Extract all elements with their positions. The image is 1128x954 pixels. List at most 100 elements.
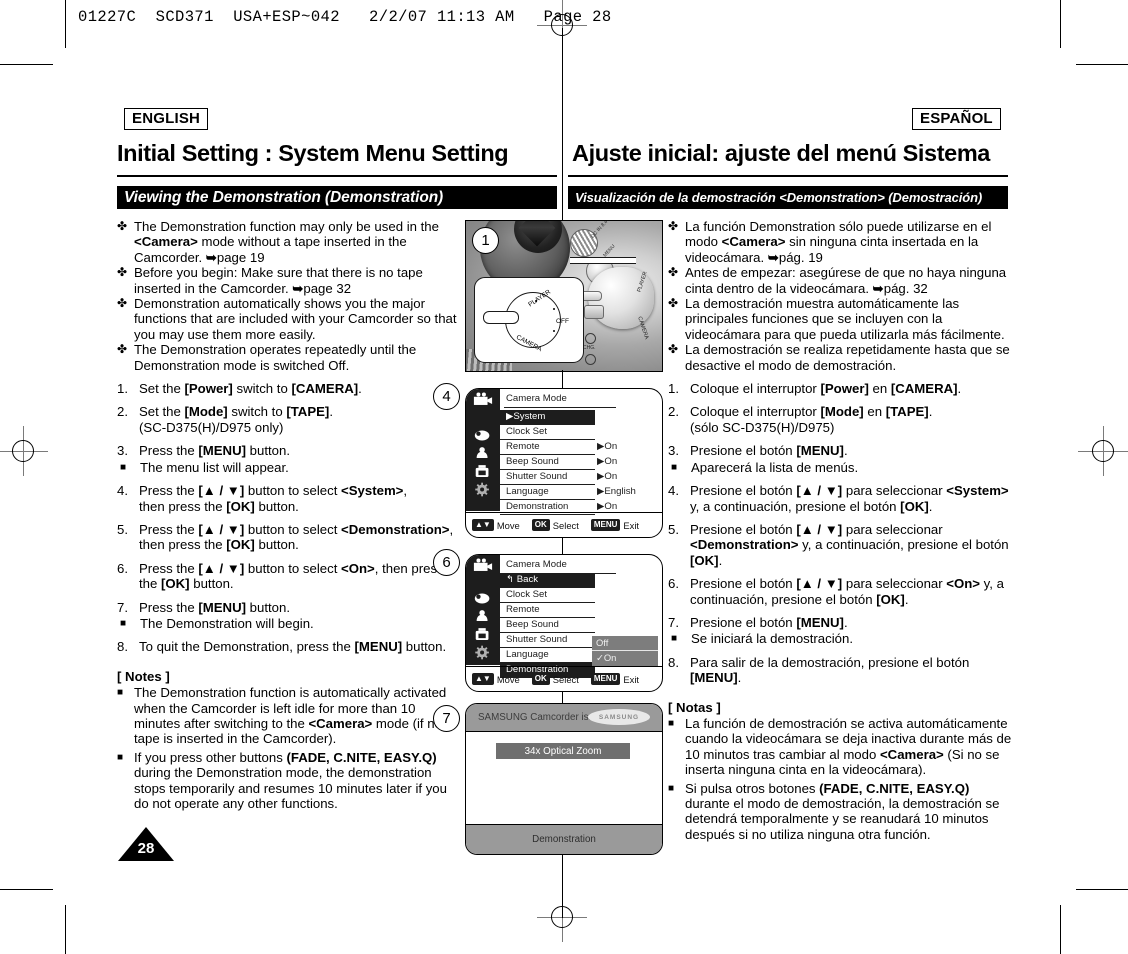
note-text: Si pulsa otros botones (FADE, C.NITE, EA… bbox=[685, 780, 1000, 842]
step-number: 7. bbox=[668, 614, 679, 630]
ok-key-icon: OK bbox=[531, 519, 550, 531]
menu-key-icon: MENU bbox=[590, 519, 621, 531]
title-rule-spanish bbox=[568, 175, 1008, 178]
step-text: Press the [▲ / ▼] button to select <Demo… bbox=[139, 521, 454, 553]
menu-item-system[interactable]: ▶System bbox=[500, 410, 595, 425]
language-tag-spanish: ESPAÑOL bbox=[912, 108, 1001, 131]
memory-mode-icon bbox=[475, 465, 489, 477]
step-subnote-text: The Demonstration will begin. bbox=[140, 615, 314, 631]
menu-item-remote[interactable]: Remote bbox=[500, 603, 595, 618]
step-number: 7. bbox=[117, 599, 128, 615]
english-notes-heading: [ Notes ] bbox=[117, 668, 170, 684]
lcd2-footer: ▲▼ Move OK Select MENU Exit bbox=[466, 666, 662, 691]
bullet-item: ✤ The Demonstration function may only be … bbox=[117, 219, 465, 265]
page-title-english: Initial Setting : System Menu Setting bbox=[117, 140, 509, 166]
page-number: 28 bbox=[137, 840, 155, 857]
step-number: 1. bbox=[117, 381, 128, 397]
step-text: To quit the Demonstration, press the [ME… bbox=[139, 639, 447, 655]
player-mode-icon bbox=[476, 610, 488, 622]
numbered-step: 8. To quit the Demonstration, press the [… bbox=[117, 639, 465, 654]
lcd1-exit-hint: MENU Exit bbox=[590, 519, 639, 531]
system-settings-gear-icon bbox=[475, 482, 489, 497]
step-text: Presione el botón [▲ / ▼] para seleccion… bbox=[690, 521, 1009, 568]
square-glyph-icon: ■ bbox=[120, 461, 127, 473]
power-switch-off-label: OFF bbox=[556, 318, 569, 325]
page-number-badge: 28 bbox=[118, 827, 174, 861]
menu-item-clockset[interactable]: Clock Set bbox=[500, 588, 595, 603]
menu-item-beepsound[interactable]: Beep Sound bbox=[500, 455, 595, 470]
lcd-connector-stem-1 bbox=[562, 370, 563, 390]
lcd2-move-hint: ▲▼ Move bbox=[472, 673, 520, 685]
menu-value-shuttersound: ▶On bbox=[597, 471, 618, 482]
numbered-step: 8. Para salir de la demostración, presion… bbox=[668, 655, 1016, 686]
step-number: 5. bbox=[668, 521, 679, 537]
page-title-spanish: Ajuste inicial: ajuste del menú Sistema bbox=[572, 140, 990, 166]
square-glyph-icon: ■ bbox=[120, 617, 127, 629]
menu-item-shuttersound[interactable]: Shutter Sound bbox=[500, 470, 595, 485]
note-item: ■ The Demonstration function is automatic… bbox=[117, 685, 465, 747]
menu-item-shuttersound[interactable]: Shutter Sound bbox=[500, 633, 595, 648]
spanish-notes-heading: [ Notas ] bbox=[668, 699, 721, 715]
menu-item-clockset[interactable]: Clock Set bbox=[500, 425, 595, 440]
record-mode-icon bbox=[474, 593, 490, 604]
callout-number-7: 7 bbox=[433, 705, 460, 732]
menu-item-beepsound[interactable]: Beep Sound bbox=[500, 618, 595, 633]
square-glyph-icon: ■ bbox=[668, 717, 675, 729]
lcd-screen-demonstration-running: SAMSUNG Camcorder is... SAMSUNG 34x Opti… bbox=[465, 703, 663, 855]
ok-key-icon: OK bbox=[531, 673, 550, 685]
numbered-step: 6. Presione el botón [▲ / ▼] para selecci… bbox=[668, 576, 1016, 607]
step-text: Presione el botón [▲ / ▼] para seleccion… bbox=[690, 483, 1009, 514]
english-step-list: 1. Set the [Power] switch to [CAMERA]. 2. S… bbox=[117, 381, 465, 655]
bullet-glyph-icon: ✤ bbox=[668, 219, 679, 233]
bullet-glyph-icon: ✤ bbox=[117, 342, 128, 357]
option-off[interactable]: Off bbox=[592, 636, 658, 651]
bullet-item: ✤ La demostración muestra automáticamente… bbox=[668, 296, 1016, 342]
bullet-glyph-icon: ✤ bbox=[668, 265, 679, 280]
step-number: 4. bbox=[668, 483, 679, 499]
callout-number-4: 4 bbox=[433, 383, 460, 410]
menu-item-back[interactable]: ↰ Back bbox=[500, 573, 595, 588]
samsung-logo: SAMSUNG bbox=[588, 709, 650, 725]
bullet-glyph-icon: ✤ bbox=[668, 342, 679, 357]
menu-item-language[interactable]: Language bbox=[500, 485, 595, 500]
step-text: Presione el botón [MENU]. bbox=[690, 443, 848, 459]
square-glyph-icon: ■ bbox=[671, 633, 678, 645]
lcd1-select-hint: OK Select bbox=[531, 519, 579, 531]
demo-top-bar: SAMSUNG Camcorder is... SAMSUNG bbox=[466, 704, 662, 731]
step-text: Press the [MENU] button. bbox=[139, 443, 290, 459]
menu-key-icon: MENU bbox=[590, 673, 621, 685]
step-text: Press the [▲ / ▼] button to select <On>,… bbox=[139, 560, 444, 592]
note-item: ■ Si pulsa otros botones (FADE, C.NITE, E… bbox=[668, 781, 1016, 843]
menu-item-language[interactable]: Language bbox=[500, 648, 595, 663]
step-subnote-text: The menu list will appear. bbox=[140, 459, 289, 475]
lcd1-mode-title: Camera Mode bbox=[500, 393, 662, 408]
square-glyph-icon: ■ bbox=[671, 461, 678, 473]
demo-bottom-bar: Demonstration bbox=[466, 825, 662, 854]
camcorder-charge-symbol-icon bbox=[585, 354, 596, 365]
callout-number-6: 6 bbox=[433, 549, 460, 576]
step-subnote: ■ The Demonstration will begin. bbox=[117, 616, 465, 631]
option-on[interactable]: ✓On bbox=[592, 651, 658, 666]
step-text: Press the [▲ / ▼] button to select <Syst… bbox=[139, 483, 408, 514]
bullet-glyph-icon: ✤ bbox=[668, 296, 679, 311]
note-item: ■ If you press other buttons (FADE, C.NIT… bbox=[117, 750, 465, 812]
menu-value-language: ▶English bbox=[597, 486, 636, 497]
demo-top-text: SAMSUNG Camcorder is... bbox=[478, 712, 597, 723]
lcd2-select-hint: OK Select bbox=[531, 673, 579, 685]
bullet-text: Before you begin: Make sure that there i… bbox=[134, 265, 423, 296]
title-rule-english bbox=[117, 175, 557, 178]
step-subnote: ■ Aparecerá la lista de menús. bbox=[668, 460, 1016, 475]
step-text: Set the [Power] switch to [CAMERA]. bbox=[139, 381, 362, 397]
language-tag-english: ENGLISH bbox=[124, 108, 209, 131]
updown-key-icon: ▲▼ bbox=[472, 673, 494, 685]
menu-item-remote[interactable]: Remote bbox=[500, 440, 595, 455]
bullet-item: ✤ Antes de empezar: asegúrese de que no h… bbox=[668, 265, 1016, 296]
record-mode-icon bbox=[474, 430, 490, 441]
lcd-screen-demonstration-options: Camera Mode ↰ Back Clock Set Remote Beep So… bbox=[465, 554, 663, 692]
numbered-step: 7. Presione el botón [MENU]. bbox=[668, 615, 1016, 630]
player-mode-icon bbox=[476, 447, 488, 459]
lcd-screen-system-menu: Camera Mode ▶System Clock Set Remote ▶On Bee… bbox=[465, 388, 663, 538]
memory-mode-icon bbox=[475, 628, 489, 640]
camcorder-side-button-icon bbox=[584, 305, 604, 319]
bullet-text: La demostración se realiza repetidamente… bbox=[685, 342, 1010, 373]
